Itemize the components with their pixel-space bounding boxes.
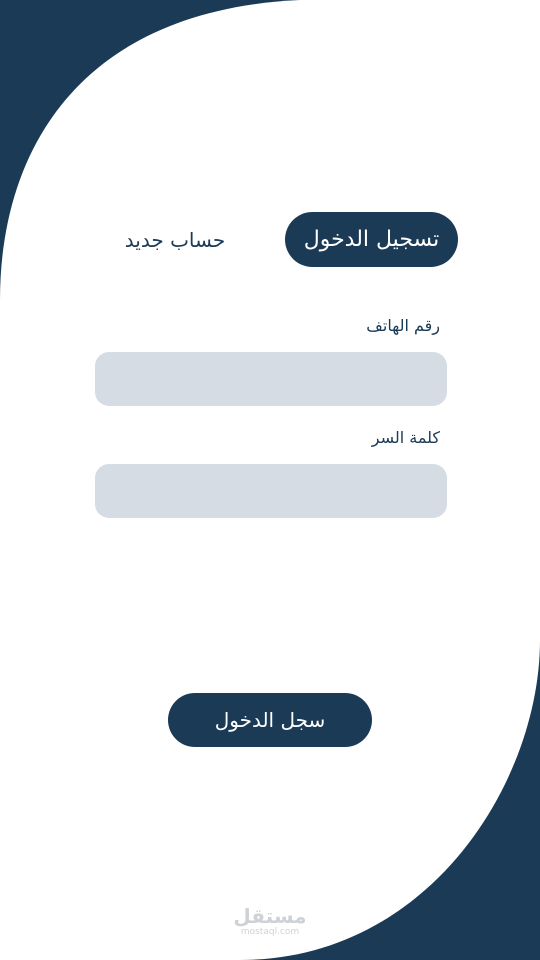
phone-label: رقم الهاتف <box>366 316 440 335</box>
password-input[interactable] <box>95 464 447 518</box>
watermark-logo: مستقل <box>233 904 307 928</box>
mostaql-watermark: مستقل mostaql.com <box>228 905 312 937</box>
watermark-url: mostaql.com <box>240 927 300 937</box>
login-submit-button[interactable]: سجل الدخول <box>168 693 372 747</box>
tab-login[interactable]: تسجيل الدخول <box>285 212 458 267</box>
tab-register[interactable]: حساب جديد <box>90 212 260 267</box>
phone-input[interactable] <box>95 352 447 406</box>
password-label: كلمة السر <box>371 428 440 447</box>
auth-tabs: تسجيل الدخول حساب جديد <box>80 212 460 268</box>
